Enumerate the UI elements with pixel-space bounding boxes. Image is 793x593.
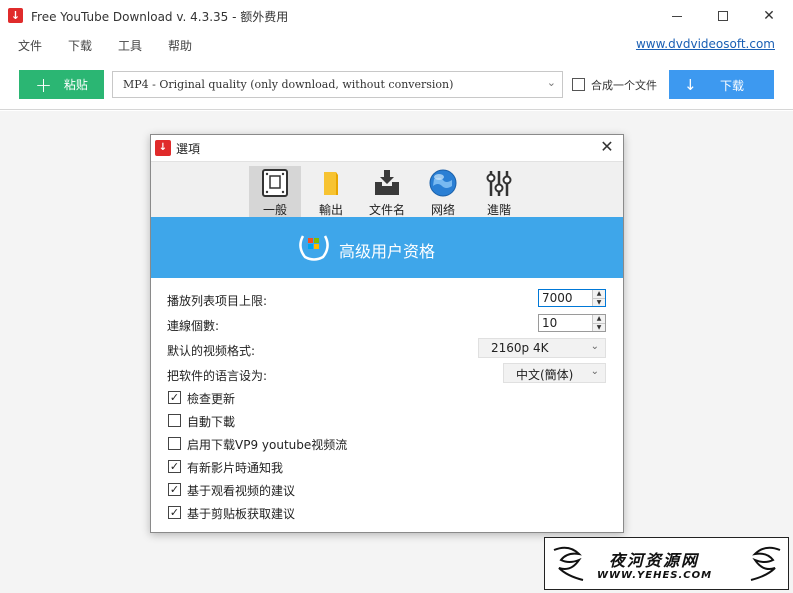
dialog-close-button[interactable]: ✕ bbox=[597, 137, 617, 156]
tab-network-label: 网络 bbox=[430, 203, 455, 217]
vp9-label: 启用下载VP9 youtube视频流 bbox=[187, 438, 348, 452]
notify-new-label: 有新影片時通知我 bbox=[187, 461, 284, 475]
minimize-button[interactable] bbox=[654, 0, 700, 32]
chevron-down-icon: ⌄ bbox=[590, 366, 599, 377]
menu-help[interactable]: 帮助 bbox=[168, 37, 192, 54]
globe-icon bbox=[429, 169, 457, 197]
clipboard-suggestions-checkbox[interactable]: ✓ bbox=[168, 506, 181, 519]
download-label: 下载 bbox=[720, 79, 745, 93]
toolbar: + 粘贴 MP4 - Original quality (only downlo… bbox=[0, 58, 793, 110]
tab-filename-label: 文件名 bbox=[368, 203, 405, 217]
default-format-select[interactable]: 2160p 4K ⌄ bbox=[478, 338, 606, 358]
chevron-down-icon: ⌄ bbox=[590, 341, 599, 352]
tab-output-label: 輸出 bbox=[318, 203, 343, 217]
paste-label: 粘贴 bbox=[63, 78, 88, 92]
ornament-left-icon bbox=[553, 546, 584, 581]
tab-output[interactable]: 輸出 bbox=[305, 166, 357, 218]
playlist-limit-value: 7000 bbox=[542, 291, 573, 305]
paste-button[interactable]: + 粘贴 bbox=[19, 70, 104, 99]
check-updates-label: 檢查更新 bbox=[187, 392, 236, 406]
menu-tools[interactable]: 工具 bbox=[118, 37, 142, 54]
plus-icon: + bbox=[35, 72, 52, 97]
format-value: MP4 - Original quality (only download, w… bbox=[123, 78, 454, 91]
app-download-icon: ↓ bbox=[155, 140, 171, 156]
connections-spinner[interactable]: 10 ▲ ▼ bbox=[538, 314, 606, 332]
ornament-right-icon bbox=[750, 546, 781, 581]
close-button[interactable]: ✕ bbox=[746, 0, 792, 32]
window-title: Free YouTube Download v. 4.3.35 - 额外费用 bbox=[31, 10, 289, 24]
playlist-limit-spinner[interactable]: 7000 ▲ ▼ bbox=[538, 289, 606, 307]
sliders-icon bbox=[486, 171, 512, 196]
auto-download-label: 自動下載 bbox=[187, 415, 236, 429]
minimize-icon bbox=[672, 15, 682, 17]
watch-suggestions-checkbox[interactable]: ✓ bbox=[168, 483, 181, 496]
playlist-limit-label: 播放列表项目上限: bbox=[167, 294, 268, 308]
format-select[interactable]: MP4 - Original quality (only download, w… bbox=[112, 71, 563, 98]
vp9-checkbox[interactable] bbox=[168, 437, 181, 450]
clipboard-suggestions-label: 基于剪贴板获取建议 bbox=[187, 507, 296, 521]
premium-laurel-icon bbox=[299, 235, 329, 261]
auto-download-checkbox[interactable] bbox=[168, 414, 181, 427]
language-select[interactable]: 中文(簡体) ⌄ bbox=[503, 363, 606, 383]
spinner-buttons[interactable]: ▲ ▼ bbox=[592, 290, 605, 306]
website-link[interactable]: www.dvdvideosoft.com bbox=[636, 37, 775, 51]
merge-files-checkbox[interactable] bbox=[572, 78, 585, 91]
tab-filename[interactable]: 文件名 bbox=[361, 166, 413, 218]
menu-bar: 文件 下载 工具 帮助 www.dvdvideosoft.com bbox=[0, 32, 793, 58]
title-bar: ↓ Free YouTube Download v. 4.3.35 - 额外费用… bbox=[0, 0, 793, 32]
dialog-title-bar: ↓ 選項 ✕ bbox=[151, 135, 623, 161]
general-settings: 播放列表项目上限: 7000 ▲ ▼ 連線個數: 10 ▲ ▼ 默认的视频格式: 2… bbox=[151, 278, 623, 532]
maximize-icon bbox=[718, 11, 728, 21]
spinner-buttons[interactable]: ▲ ▼ bbox=[592, 315, 605, 331]
language-value: 中文(簡体) bbox=[516, 368, 574, 382]
language-label: 把软件的语言设为: bbox=[167, 369, 268, 383]
menu-file[interactable]: 文件 bbox=[18, 37, 42, 54]
watermark-text: 夜河资源网 bbox=[609, 551, 700, 570]
tab-advanced-label: 進階 bbox=[486, 203, 511, 217]
dialog-tabs: 一般 輸出 文件名 网络 進階 bbox=[151, 161, 623, 218]
tab-general-label: 一般 bbox=[262, 203, 287, 217]
maximize-button[interactable] bbox=[700, 0, 746, 32]
app-download-icon: ↓ bbox=[8, 8, 23, 23]
merge-files-label: 合成一个文件 bbox=[591, 79, 657, 92]
folder-icon bbox=[324, 172, 338, 195]
tab-general[interactable]: 一般 bbox=[249, 166, 301, 218]
menu-download[interactable]: 下载 bbox=[68, 37, 92, 54]
dialog-title: 選項 bbox=[176, 142, 201, 156]
premium-banner[interactable]: 高级用户资格 bbox=[151, 217, 623, 278]
default-format-label: 默认的视频格式: bbox=[167, 344, 256, 358]
watermark-url: WWW.YEHES.COM bbox=[597, 570, 713, 581]
connections-value: 10 bbox=[542, 316, 558, 330]
check-updates-checkbox[interactable]: ✓ bbox=[168, 391, 181, 404]
watch-suggestions-label: 基于观看视频的建议 bbox=[187, 484, 296, 498]
download-arrow-icon: ↓ bbox=[684, 76, 697, 94]
watermark-logo: 夜河资源网 WWW.YEHES.COM bbox=[544, 537, 789, 590]
notify-new-checkbox[interactable]: ✓ bbox=[168, 460, 181, 473]
filename-icon bbox=[375, 170, 399, 195]
premium-title: 高级用户资格 bbox=[339, 242, 436, 261]
options-dialog: ↓ 選項 ✕ 一般 輸出 文件名 网络 進階 高级用户资格 播放列表项目上限: … bbox=[150, 134, 624, 533]
default-format-value: 2160p 4K bbox=[491, 341, 549, 355]
connections-label: 連線個數: bbox=[167, 319, 220, 333]
tab-advanced[interactable]: 進階 bbox=[473, 166, 525, 218]
general-icon bbox=[262, 169, 288, 197]
chevron-down-icon: ⌄ bbox=[546, 76, 556, 89]
tab-network[interactable]: 网络 bbox=[417, 166, 469, 218]
download-button[interactable]: ↓ 下载 bbox=[669, 70, 774, 99]
